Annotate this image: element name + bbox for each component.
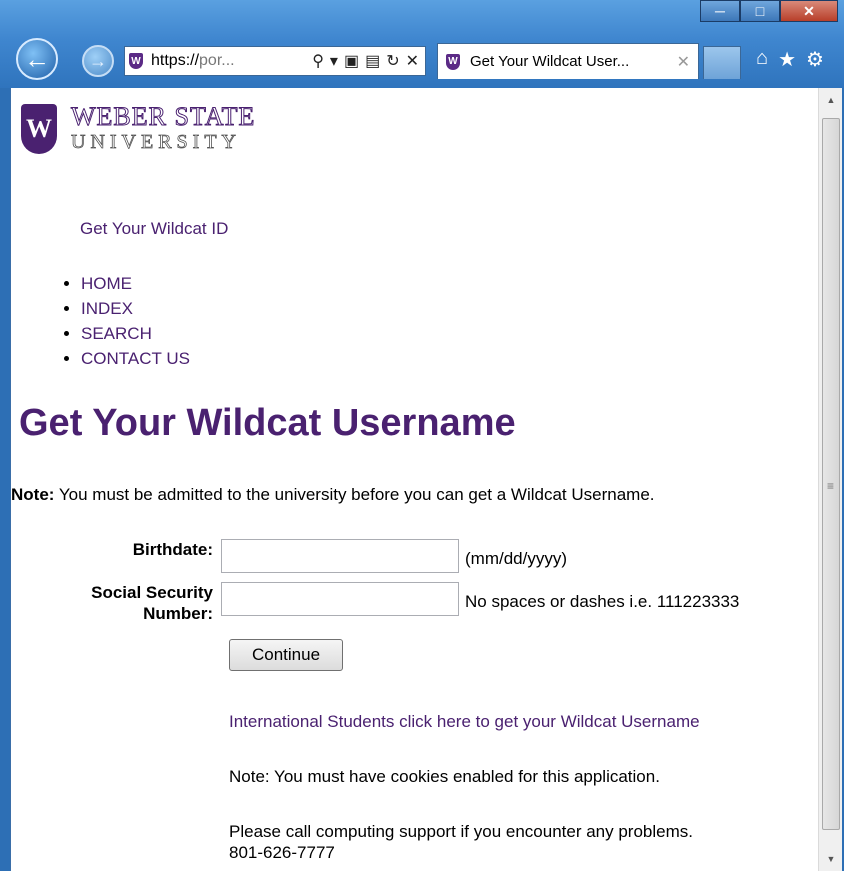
toolbar-icons: ⌂ ★ ⚙ (756, 47, 824, 72)
ssn-input[interactable] (221, 582, 459, 616)
page-content: W WEBER STATE UNIVERSITY Get Your Wildca… (10, 88, 818, 871)
url-scheme: https:// (151, 52, 200, 69)
site-favicon: W (129, 53, 143, 69)
scrollbar-thumb[interactable]: ≡ (822, 118, 840, 830)
main-nav: HOME INDEX SEARCH CONTACT US (29, 271, 190, 371)
star-icon[interactable]: ★ (778, 47, 796, 72)
university-logo[interactable]: W WEBER STATE UNIVERSITY (21, 102, 256, 154)
continue-button[interactable]: Continue (229, 639, 343, 671)
wildcat-shield-icon: W (21, 104, 57, 154)
back-button[interactable]: ← (16, 38, 58, 80)
tab-active[interactable]: W Get Your Wildcat User... ✕ (437, 43, 699, 79)
browser-chrome: ─ □ ✕ ← → W https://por... ⚲ ▾ ▣ ▤ ↻ ✕ W… (0, 0, 844, 88)
logo-line1: WEBER STATE (70, 102, 256, 131)
tab-title: Get Your Wildcat User... (470, 53, 630, 70)
close-tab-icon[interactable]: ✕ (677, 52, 698, 72)
arrow-right-icon: → (89, 50, 107, 71)
ssn-hint: No spaces or dashes i.e. 111223333 (465, 592, 740, 611)
stop-icon[interactable]: ✕ (406, 51, 419, 71)
ssn-label: Social Security Number: (11, 582, 221, 624)
birthdate-row: Birthdate: (mm/dd/yyyy) (11, 539, 567, 573)
note-label: Note: (11, 485, 55, 504)
forward-button[interactable]: → (82, 45, 114, 77)
admission-note: Note: You must be admitted to the univer… (11, 485, 655, 505)
page-title: Get Your Wildcat Username (19, 402, 516, 444)
ssn-row: Social Security Number: No spaces or das… (11, 582, 739, 624)
international-students-link[interactable]: International Students click here to get… (229, 712, 700, 732)
ssn-label-line1: Social Security (91, 583, 213, 602)
minimize-button[interactable]: ─ (700, 0, 740, 22)
nav-item-index[interactable]: INDEX (81, 296, 190, 321)
window-controls: ─ □ ✕ (700, 0, 838, 22)
url-host: por... (199, 52, 235, 69)
address-url[interactable]: https://por... (151, 52, 312, 70)
support-info: Please call computing support if you enc… (229, 821, 693, 863)
chevron-down-icon[interactable]: ▾ (330, 51, 338, 71)
compatibility-icon[interactable]: ▤ (365, 51, 380, 71)
birthdate-hint: (mm/dd/yyyy) (465, 549, 567, 568)
cookie-note: Note: You must have cookies enabled for … (229, 767, 660, 786)
scroll-up-icon[interactable]: ▲ (819, 90, 843, 110)
lock-icon[interactable]: ▣ (344, 51, 359, 71)
support-text: Please call computing support if you enc… (229, 822, 693, 841)
search-icon[interactable]: ⚲ (312, 51, 324, 71)
close-window-button[interactable]: ✕ (780, 0, 838, 22)
home-icon[interactable]: ⌂ (756, 47, 768, 72)
address-tools: ⚲ ▾ ▣ ▤ ↻ ✕ (312, 51, 425, 71)
arrow-left-icon: ← (24, 43, 50, 74)
birthdate-label: Birthdate: (132, 540, 213, 559)
nav-item-contact[interactable]: CONTACT US (81, 346, 190, 371)
birthdate-input[interactable] (221, 539, 459, 573)
maximize-button[interactable]: □ (740, 0, 780, 22)
gear-icon[interactable]: ⚙ (806, 47, 824, 72)
note-text: You must be admitted to the university b… (54, 485, 655, 504)
nav-item-home[interactable]: HOME (81, 271, 190, 296)
ssn-label-line2: Number: (143, 604, 213, 623)
new-tab-button[interactable] (703, 46, 741, 79)
logo-line2: UNIVERSITY (71, 131, 241, 153)
grip-icon: ≡ (827, 479, 835, 493)
nav-item-search[interactable]: SEARCH (81, 321, 190, 346)
refresh-icon[interactable]: ↻ (386, 51, 399, 71)
tab-favicon: W (446, 53, 460, 70)
scroll-down-icon[interactable]: ▼ (819, 849, 843, 869)
site-name-link[interactable]: Get Your Wildcat ID (80, 219, 228, 239)
address-bar[interactable]: W https://por... ⚲ ▾ ▣ ▤ ↻ ✕ (124, 46, 426, 76)
vertical-scrollbar[interactable]: ▲ ≡ ▼ (818, 88, 842, 871)
logo-text: WEBER STATE UNIVERSITY (70, 102, 256, 153)
support-phone: 801-626-7777 (229, 843, 335, 862)
